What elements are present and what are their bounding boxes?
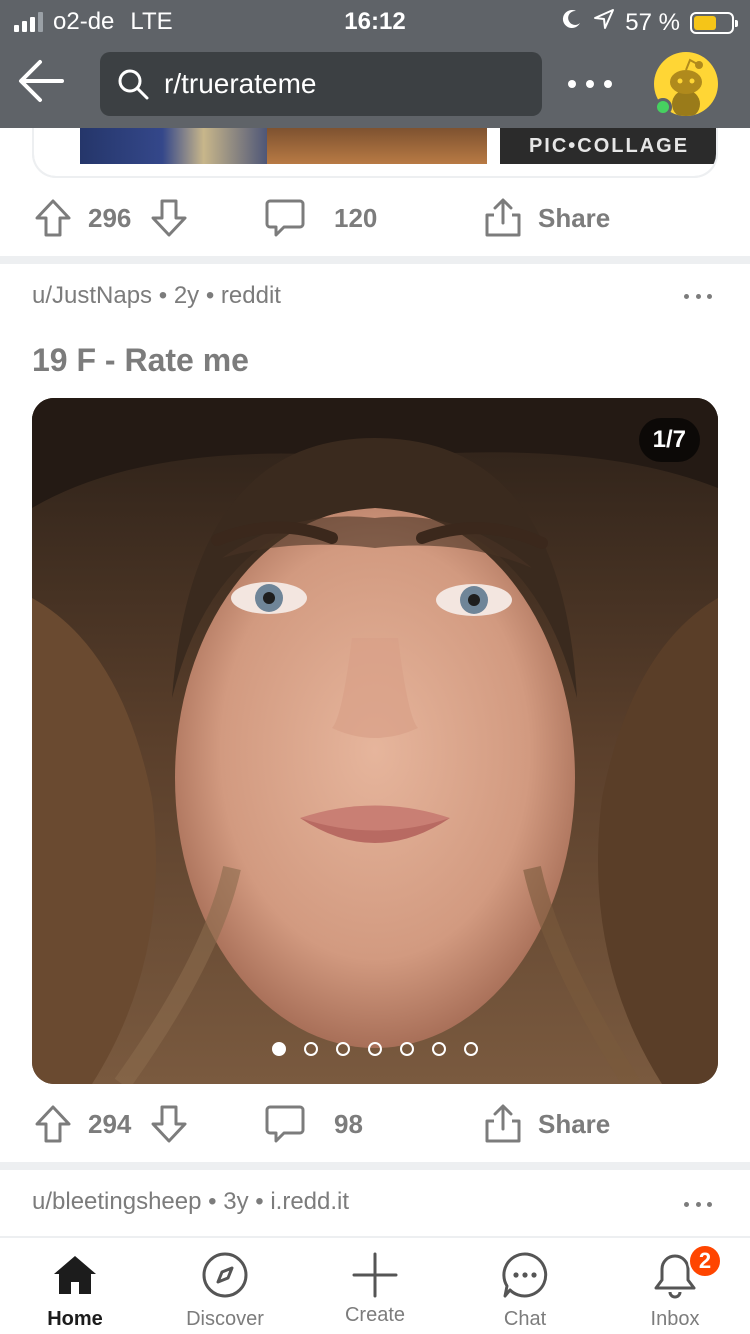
post-meta: u/JustNaps • 2y • reddit <box>32 282 281 309</box>
previous-post-actions: 296 120 Share <box>0 188 750 248</box>
downvote-button[interactable] <box>150 188 188 248</box>
post-actions: 294 98 Share <box>0 1094 750 1154</box>
gallery-dot[interactable] <box>400 1042 414 1056</box>
search-bar[interactable]: r/truerateme <box>100 52 542 116</box>
upvote-icon <box>35 1105 71 1143</box>
gallery-dot[interactable] <box>368 1042 382 1056</box>
upvote-button[interactable] <box>34 1094 72 1154</box>
search-text: r/truerateme <box>164 68 317 99</box>
inbox-badge: 2 <box>688 1244 722 1278</box>
location-icon <box>593 8 615 37</box>
overflow-menu-button[interactable] <box>568 76 612 92</box>
share-button[interactable] <box>482 188 524 248</box>
post-author[interactable]: u/bleetingsheep <box>32 1188 201 1215</box>
moon-icon <box>561 8 583 37</box>
share-label[interactable]: Share <box>538 188 610 248</box>
post-title[interactable]: 19 F - Rate me <box>32 342 249 379</box>
downvote-button[interactable] <box>150 1094 188 1154</box>
back-button[interactable] <box>16 58 66 104</box>
comments-button[interactable] <box>264 1094 306 1154</box>
gallery-counter: 1/7 <box>638 418 700 462</box>
share-icon <box>485 198 521 237</box>
post-separator <box>0 1162 750 1170</box>
battery-icon <box>690 11 738 34</box>
comment-count: 120 <box>334 202 378 233</box>
gallery-dot[interactable] <box>304 1042 318 1056</box>
vote-count: 294 <box>88 1108 132 1139</box>
gallery-dot[interactable] <box>336 1042 350 1056</box>
gallery-dot[interactable] <box>272 1042 286 1056</box>
upvote-button[interactable] <box>34 188 72 248</box>
comment-icon <box>265 199 305 237</box>
preview-image <box>80 128 286 164</box>
downvote-icon <box>151 199 187 237</box>
preview-image <box>267 128 487 164</box>
share-icon <box>485 1104 521 1143</box>
post-age: 3y <box>223 1188 249 1215</box>
share-button[interactable] <box>482 1094 524 1154</box>
online-status-dot <box>654 98 672 116</box>
next-post-meta: u/bleetingsheep • 3y • i.redd.it <box>32 1188 350 1215</box>
watermark-text: PIC•COLLAGE <box>500 128 716 164</box>
battery-percent: 57 % <box>625 8 680 36</box>
gallery-dot[interactable] <box>464 1042 478 1056</box>
search-icon <box>116 67 150 101</box>
post-separator <box>0 256 750 264</box>
post-source[interactable]: reddit <box>221 282 281 309</box>
tab-inbox[interactable]: 2 Inbox <box>600 1238 750 1334</box>
portrait-photo <box>32 398 718 1084</box>
gallery-pager[interactable] <box>272 1042 478 1056</box>
chat-icon <box>502 1252 548 1298</box>
comment-count: 98 <box>334 1108 363 1139</box>
post-gallery-image[interactable]: 1/7 <box>32 398 718 1084</box>
top-header: o2-de LTE 16:12 57 % r/truerateme <box>0 0 750 128</box>
vote-count: 296 <box>88 202 132 233</box>
comment-icon <box>265 1105 305 1143</box>
previous-post-image-strip[interactable]: PIC•COLLAGE <box>32 128 718 178</box>
post-options-button[interactable] <box>684 294 712 299</box>
tab-home[interactable]: Home <box>0 1238 150 1334</box>
compass-icon <box>202 1252 248 1298</box>
post-options-button[interactable] <box>684 1202 712 1207</box>
post-author[interactable]: u/JustNaps <box>32 282 152 309</box>
plus-icon <box>352 1252 398 1298</box>
comments-button[interactable] <box>264 188 306 248</box>
downvote-icon <box>151 1105 187 1143</box>
tab-chat[interactable]: Chat <box>450 1238 600 1334</box>
post-source[interactable]: i.redd.it <box>270 1188 349 1215</box>
bottom-tab-bar: Home Discover Create Chat 2 Inbox <box>0 1236 750 1334</box>
upvote-icon <box>35 199 71 237</box>
gallery-dot[interactable] <box>432 1042 446 1056</box>
post-age: 2y <box>173 282 200 309</box>
status-bar: o2-de LTE 16:12 57 % <box>0 0 750 40</box>
tab-create[interactable]: Create <box>300 1238 450 1334</box>
share-label[interactable]: Share <box>538 1094 610 1154</box>
home-icon <box>54 1256 96 1294</box>
tab-discover[interactable]: Discover <box>150 1238 300 1334</box>
